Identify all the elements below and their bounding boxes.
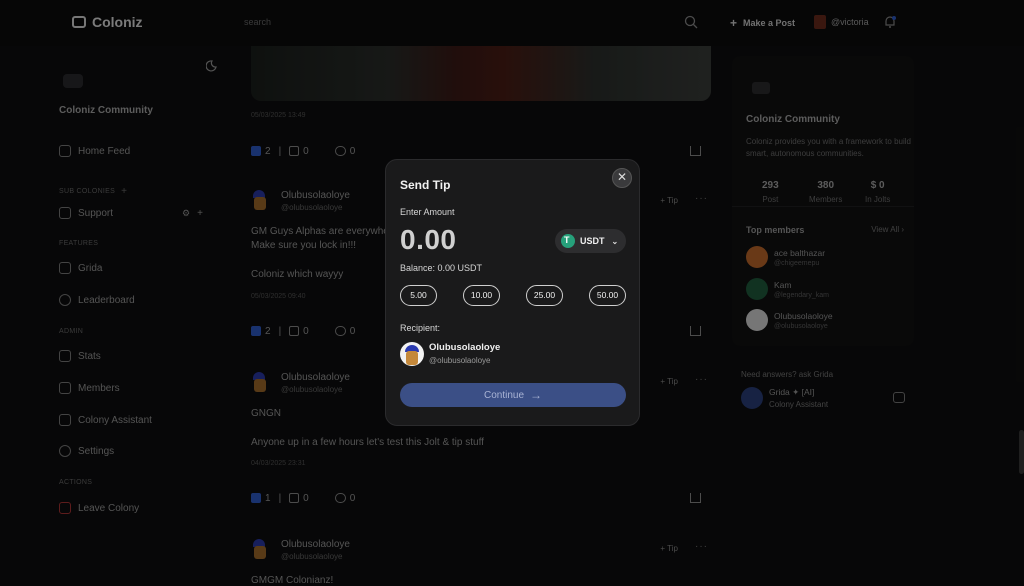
chevron-down-icon: ⌄ (611, 236, 619, 246)
modal-title: Send Tip (400, 178, 451, 192)
recipient-name: Olubusolaoloye (429, 342, 501, 353)
close-icon[interactable]: ✕ (612, 168, 632, 188)
preset-amount-button[interactable]: 5.00 (400, 285, 437, 306)
balance-text: Balance: 0.00 USDT (400, 263, 483, 273)
recipient-avatar (400, 342, 424, 366)
amount-input[interactable]: 0.00 (400, 224, 457, 256)
arrow-right-icon: → (530, 388, 543, 402)
continue-label: Continue (483, 389, 525, 401)
recipient-handle: @olubusolaoloye (429, 356, 491, 365)
recipient-label: Recipient: (400, 323, 441, 333)
continue-button[interactable]: Continue → (400, 383, 626, 407)
currency-select[interactable]: USDT ⌄ (555, 229, 626, 253)
preset-amount-button[interactable]: 25.00 (526, 285, 563, 306)
preset-amount-button[interactable]: 50.00 (589, 285, 626, 306)
tether-icon (561, 234, 575, 248)
preset-amount-button[interactable]: 10.00 (463, 285, 500, 306)
app: Coloniz search + Make a Post @victoria C… (0, 0, 1024, 586)
send-tip-modal: Send Tip ✕ Enter Amount 0.00 USDT ⌄ Bala… (385, 159, 640, 426)
enter-amount-label: Enter Amount (400, 207, 455, 217)
currency-label: USDT (580, 236, 605, 246)
